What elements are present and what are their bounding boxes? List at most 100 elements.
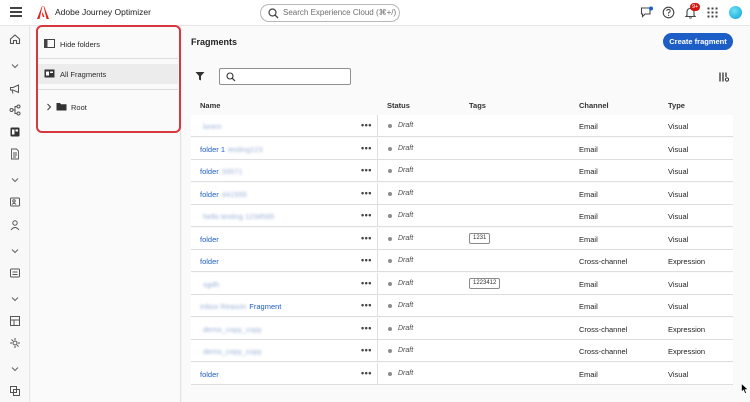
type-label: Visual [668, 144, 689, 154]
settings-icon[interactable] [9, 337, 21, 349]
column-header-tags[interactable]: Tags [469, 101, 486, 110]
status-label: Draft [398, 189, 414, 197]
status-label: Draft [398, 347, 414, 354]
fragment-name-redacted: 33571 [221, 167, 243, 176]
table-row[interactable]: folder ••• Draft Cross-channel Expression [191, 250, 733, 272]
tag-chip[interactable]: 1231 [469, 232, 491, 244]
column-header-channel[interactable]: Channel [579, 101, 609, 110]
table-row[interactable]: lorem ••• Draft Email Visual [191, 115, 733, 137]
fragment-name[interactable]: hello testing 1234565 [200, 212, 274, 221]
apps-grid-icon[interactable] [706, 6, 719, 19]
fragment-name[interactable]: sgdh [200, 280, 219, 289]
table-row[interactable]: Inbox Reason Fragment ••• Draft Email Visual [191, 295, 733, 317]
app-title[interactable]: Adobe Journey Optimizer [55, 7, 151, 17]
chevron-down-icon[interactable] [9, 363, 21, 375]
document-icon[interactable] [9, 148, 21, 160]
feedback-icon[interactable] [640, 6, 653, 19]
fragment-name[interactable]: lorem [200, 122, 222, 131]
chevron-down-icon[interactable] [9, 293, 21, 305]
fragment-name[interactable]: folder 33571 [200, 167, 243, 176]
fragment-name[interactable]: folder [200, 257, 219, 266]
column-divider [377, 160, 378, 182]
tag-chip[interactable]: 1223412 [469, 277, 501, 289]
fragment-name-link[interactable]: Fragment [249, 302, 281, 311]
journeys-icon[interactable] [9, 104, 21, 116]
more-actions-icon[interactable]: ••• [361, 345, 372, 355]
table-row[interactable]: hello testing 1234565 ••• Draft Email Visual [191, 205, 733, 227]
create-fragment-button[interactable]: Create fragment [663, 33, 733, 50]
user-avatar[interactable] [729, 6, 742, 19]
help-icon[interactable] [662, 6, 675, 19]
table-row[interactable]: folder 441555 ••• Draft Email Visual [191, 182, 733, 205]
adobe-logo-icon[interactable] [37, 6, 49, 19]
fragment-name-link[interactable]: folder [200, 167, 219, 176]
column-divider [377, 317, 378, 340]
data-icon[interactable] [9, 385, 21, 397]
filter-icon[interactable] [195, 71, 205, 81]
table-row[interactable]: folder ••• Draft Email Visual [191, 362, 733, 385]
search-icon [268, 8, 279, 19]
more-actions-icon[interactable]: ••• [361, 278, 372, 288]
fragment-name-link[interactable]: folder [200, 257, 219, 266]
fragment-name[interactable]: folder 441555 [200, 190, 247, 199]
chevron-down-icon[interactable] [9, 174, 21, 186]
reports-icon[interactable] [9, 267, 21, 279]
status-dot-icon [388, 191, 392, 196]
more-actions-icon[interactable]: ••• [361, 300, 372, 310]
menu-icon[interactable] [10, 7, 22, 17]
column-header-type[interactable]: Type [668, 101, 685, 110]
fragment-search-input[interactable] [219, 68, 351, 85]
table-row[interactable]: demo_copy_copy ••• Draft Cross-channel Expre… [191, 340, 733, 362]
type-label: Visual [668, 189, 689, 199]
more-actions-icon[interactable]: ••• [361, 255, 372, 265]
column-header-name[interactable]: Name [200, 101, 220, 110]
more-actions-icon[interactable]: ••• [361, 188, 372, 198]
table-row[interactable]: folder 1 testing123 ••• Draft Email Visual [191, 137, 733, 160]
fragment-name-link[interactable]: folder [200, 190, 219, 199]
status-label: Draft [398, 234, 414, 242]
more-actions-icon[interactable]: ••• [361, 120, 372, 130]
column-header-status[interactable]: Status [387, 101, 410, 110]
fragment-name[interactable]: folder [200, 235, 219, 244]
channel-label: Email [579, 167, 598, 176]
type-label: Expression [668, 324, 706, 334]
column-divider [377, 340, 378, 362]
page-title: Fragments [191, 37, 238, 47]
chevron-down-icon[interactable] [9, 245, 21, 257]
campaigns-icon[interactable] [9, 83, 21, 95]
global-search-input[interactable]: Search Experience Cloud (⌘+/) [260, 4, 400, 22]
type-label: Visual [668, 212, 689, 221]
fragment-name[interactable]: Inbox Reason Fragment [200, 302, 281, 311]
status-dot-icon [388, 326, 392, 331]
more-actions-icon[interactable]: ••• [361, 368, 372, 378]
fragment-name-redacted: lorem [203, 122, 222, 131]
status-label: Draft [398, 144, 414, 152]
more-actions-icon[interactable]: ••• [361, 323, 372, 333]
table-row[interactable]: folder ••• Draft 1231 Email Visual [191, 227, 733, 250]
more-actions-icon[interactable]: ••• [361, 165, 372, 175]
chevron-down-icon[interactable] [9, 60, 21, 72]
fragment-name[interactable]: folder 1 testing123 [200, 145, 263, 154]
fragment-name[interactable]: folder [200, 370, 219, 379]
fragment-name-link[interactable]: folder 1 [200, 145, 225, 154]
fragment-name-link[interactable]: folder [200, 370, 219, 379]
channel-label: Cross-channel [579, 257, 628, 266]
status-label: Draft [398, 122, 414, 129]
status-label: Draft [398, 369, 414, 377]
table-row[interactable]: folder 33571 ••• Draft Email Visual [191, 160, 733, 182]
more-actions-icon[interactable]: ••• [361, 143, 372, 153]
channels-icon[interactable] [9, 315, 21, 327]
more-actions-icon[interactable]: ••• [361, 233, 372, 243]
column-settings-icon[interactable] [719, 72, 729, 82]
fragment-name[interactable]: demo_copy_copy [200, 325, 262, 334]
table-row[interactable]: demo_copy_copy ••• Draft Cross-channel Expre… [191, 317, 733, 340]
home-icon[interactable] [9, 33, 21, 45]
more-actions-icon[interactable]: ••• [361, 210, 372, 220]
type-label: Visual [668, 369, 689, 379]
fragment-name-link[interactable]: folder [200, 235, 219, 244]
fragment-name[interactable]: demo_copy_copy [200, 347, 262, 356]
profiles-icon[interactable] [9, 219, 21, 231]
content-templates-icon[interactable] [9, 126, 21, 138]
audiences-icon[interactable] [9, 196, 21, 208]
table-row[interactable]: sgdh ••• Draft 1223412 Email Visual [191, 272, 733, 295]
